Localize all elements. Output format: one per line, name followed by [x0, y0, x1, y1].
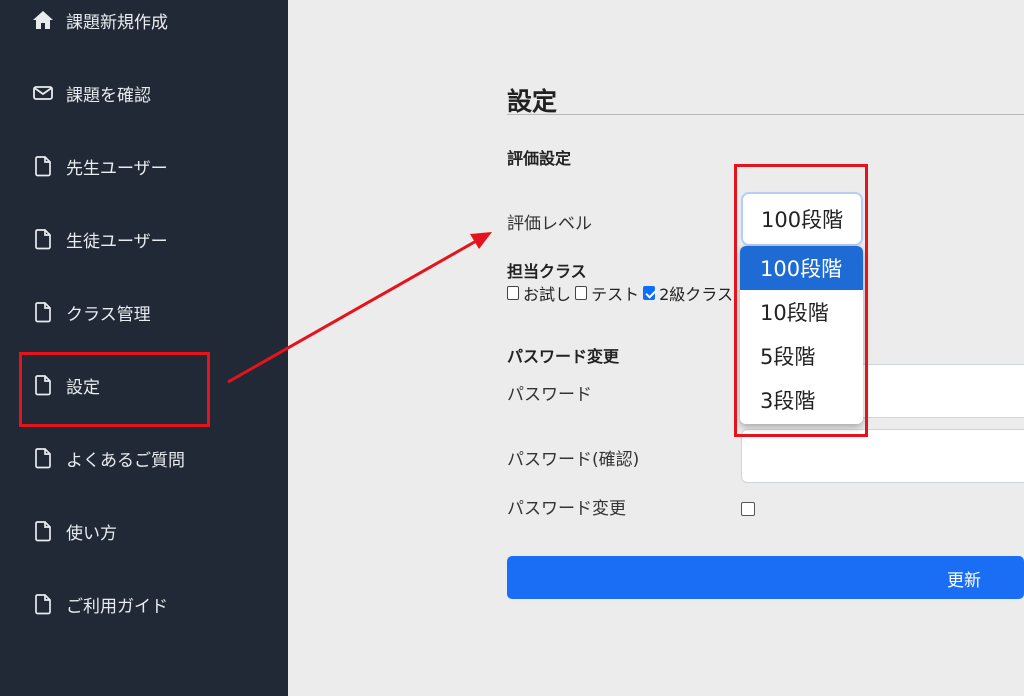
- annotation-arrow: [227, 232, 492, 384]
